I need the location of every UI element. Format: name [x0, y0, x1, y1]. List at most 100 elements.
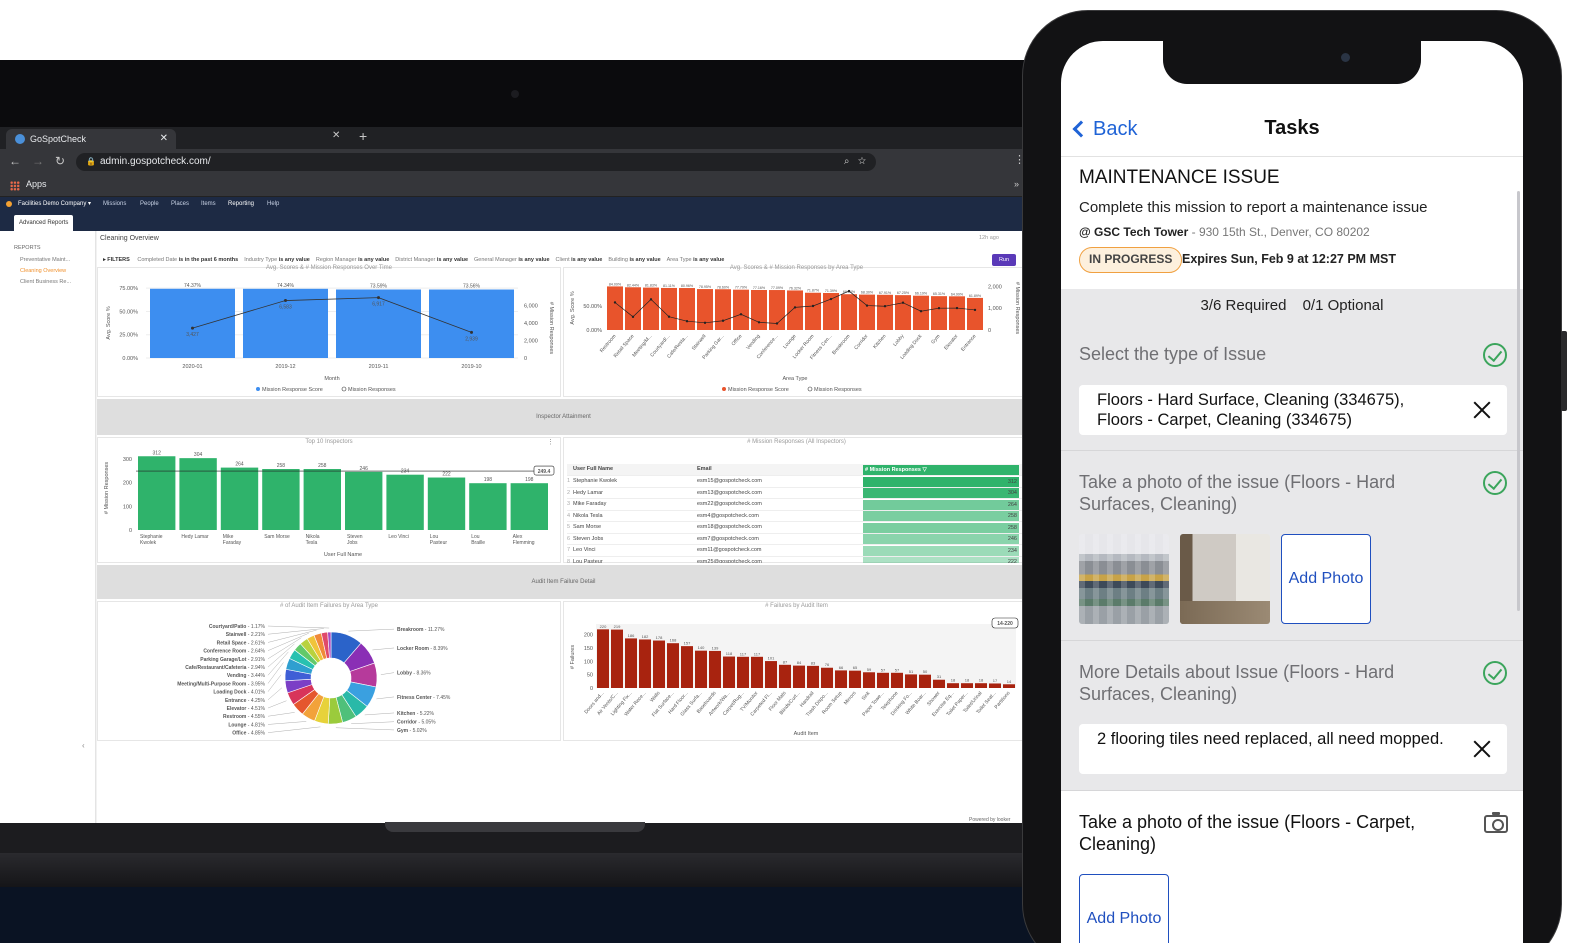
data-label: 139	[712, 645, 719, 650]
table-row[interactable]: 8 Lou Pasteur esm25@gospotcheck.com 222	[567, 557, 1026, 563]
mission-location: @ GSC Tech Tower - 930 15th St., Denver,…	[1079, 225, 1370, 239]
filter-chip[interactable]: Client is any value	[556, 257, 603, 263]
filter-chip[interactable]: Completed Date is in the past 6 months	[137, 257, 238, 263]
x-tick-label: Lou Braille	[471, 534, 485, 546]
reload-icon[interactable]: ↻	[55, 154, 65, 168]
dashboard: Cleaning Overview 12h ago ▸ FILTERS Comp…	[97, 231, 1030, 823]
panel-menu-icon[interactable]: ⋮	[547, 438, 554, 446]
new-tab-icon[interactable]: +	[359, 128, 367, 144]
data-label: 18	[979, 678, 984, 683]
line-label: 3,427	[186, 332, 199, 338]
address-bar[interactable]: 🔒 admin.gospotcheck.com/ ⌕ ☆	[76, 153, 876, 171]
x-tick-label: Alex Flemming	[513, 534, 535, 546]
filter-chip[interactable]: District Manager is any value	[395, 257, 468, 263]
y2-tick-label: 0	[988, 328, 991, 334]
x-tick-label: 2019-10	[461, 364, 481, 370]
table-row[interactable]: 5 Sam Morse esm18@gospotcheck.com 258	[567, 522, 1026, 534]
y-axis-label: Avg. Score %	[570, 291, 576, 324]
camera-icon[interactable]	[1484, 812, 1508, 833]
column-header[interactable]: Email	[697, 464, 857, 475]
column-header[interactable]: User Full Name	[573, 464, 693, 475]
x-tick-label: Lou Pasteur	[430, 534, 448, 546]
nav-people[interactable]: People	[140, 197, 159, 211]
add-photo-button[interactable]: Add Photo	[1281, 534, 1371, 624]
nav-missions[interactable]: Missions	[103, 197, 126, 211]
task-photo-hard-surface[interactable]: Take a photo of the issue (Floors - Hard…	[1061, 451, 1523, 641]
clear-answer-icon[interactable]	[1471, 399, 1493, 421]
apps-grid-icon[interactable]	[10, 181, 20, 191]
bar	[510, 483, 548, 530]
task-select-issue-type[interactable]: Select the type of Issue Floors - Hard S…	[1061, 323, 1523, 451]
photo-thumbnail-office[interactable]	[1079, 534, 1169, 624]
filter-chip[interactable]: Area Type is any value	[667, 257, 725, 263]
x-tick-label: Sink	[861, 690, 872, 702]
x-tick-label: Mike Faraday	[223, 534, 242, 546]
laptop-screen: GoSpotCheck ✕ ✕ + ← → ↻ 🔒 admin.gospotch…	[0, 127, 1030, 823]
table-row[interactable]: 7 Leo Vinci esm11@gospotcheck.com 234	[567, 545, 1026, 557]
table-row[interactable]: 4 Nikola Tesla esm4@gospotcheck.com 258	[567, 511, 1026, 522]
company-switcher[interactable]: Facilities Demo Company ▾	[18, 197, 91, 211]
back-arrow-icon[interactable]: ←	[9, 154, 21, 168]
table-row[interactable]: 2 Hedy Lamar esm13@gospotcheck.com 304	[567, 488, 1026, 499]
sidebar-item-client-business[interactable]: Client Business Re...	[20, 279, 71, 285]
data-label: 87	[783, 659, 788, 664]
line-point	[955, 306, 959, 310]
scrollbar[interactable]	[1517, 191, 1520, 611]
add-photo-button[interactable]: Add Photo	[1079, 874, 1169, 943]
task-question: More Details about Issue (Floors - Hard …	[1079, 662, 1395, 704]
sidebar-item-preventative[interactable]: Preventative Maint...	[20, 257, 70, 263]
table-row[interactable]: 1 Stephanie Kwolek esm15@gospotcheck.com 31…	[567, 476, 1026, 488]
close-icon[interactable]: ✕	[332, 130, 340, 141]
chart-over-time: 75.00% 50.00% 25.00% 0.00% 6,000 4,000 2,000 0 A…	[106, 283, 554, 393]
bar	[849, 670, 861, 688]
bar	[975, 683, 987, 688]
filter-chip[interactable]: Region Manager is any value	[316, 257, 389, 263]
filter-chip[interactable]: Building is any value	[608, 257, 660, 263]
table-row[interactable]: 3 Mike Faraday esm22@gospotcheck.com 264	[567, 499, 1026, 511]
nav-places[interactable]: Places	[171, 197, 189, 211]
bar	[961, 683, 973, 688]
tab-advanced-reports[interactable]: Advanced Reports	[14, 215, 74, 231]
column-header[interactable]: # Mission Responses ▽	[863, 464, 1019, 475]
table-cell: esm4@gospotcheck.com	[697, 512, 759, 519]
chart-title: Top 10 Inspectors	[305, 439, 353, 445]
bar	[877, 294, 893, 330]
data-label: 76.32%	[789, 286, 802, 290]
y-tick-label: 100	[123, 504, 132, 510]
x-axis-label: Area Type	[783, 376, 808, 382]
browser-tab[interactable]: GoSpotCheck ✕	[6, 129, 176, 149]
front-camera	[1341, 53, 1350, 62]
sidebar-item-cleaning-overview[interactable]: Cleaning Overview	[20, 268, 66, 274]
bar	[138, 456, 176, 530]
chevron-right-icon[interactable]: »	[1014, 179, 1019, 189]
nav-help[interactable]: Help	[267, 197, 279, 211]
line-point	[377, 296, 380, 300]
table-row[interactable]: 6 Steven Jobs esm7@gospotcheck.com 246	[567, 534, 1026, 545]
photo-thumbnail-wall[interactable]	[1180, 534, 1270, 624]
status-badge: IN PROGRESS	[1079, 247, 1183, 273]
data-label: 258	[277, 463, 286, 469]
forward-arrow-icon[interactable]: →	[32, 154, 44, 168]
answer-field[interactable]: Floors - Hard Surface, Cleaning (334675)…	[1079, 385, 1507, 435]
clear-answer-icon[interactable]	[1471, 738, 1493, 760]
filter-chip[interactable]: General Manager is any value	[474, 257, 550, 263]
collapse-sidebar-icon[interactable]: ‹	[82, 741, 85, 750]
answer-field[interactable]: 2 flooring tiles need replaced, all need…	[1079, 724, 1507, 774]
nav-reporting[interactable]: Reporting	[228, 197, 255, 212]
task-more-details[interactable]: More Details about Issue (Floors - Hard …	[1061, 641, 1523, 791]
apps-bookmark[interactable]: Apps	[26, 179, 47, 189]
zoom-and-bookmark-icons[interactable]: ⌕ ☆	[844, 153, 866, 171]
data-label: 67.91%	[879, 291, 892, 295]
slice-label: Loading Dock - 4.01%	[213, 690, 265, 696]
table-header-row[interactable]: User Full Name Email # Mission Responses ▽	[567, 464, 1026, 476]
line-point	[191, 326, 194, 330]
bar	[863, 672, 875, 688]
lock-icon: 🔒	[86, 157, 96, 166]
y2-tick-label: 2,000	[524, 339, 538, 345]
close-tab-icon[interactable]: ✕	[160, 129, 168, 149]
task-photo-carpet[interactable]: Take a photo of the issue (Floors - Carp…	[1061, 791, 1523, 943]
report-title: Cleaning Overview	[100, 235, 159, 242]
nav-items[interactable]: Items	[201, 197, 216, 211]
filter-chip[interactable]: Industry Type is any value	[244, 257, 310, 263]
bar	[386, 474, 424, 530]
